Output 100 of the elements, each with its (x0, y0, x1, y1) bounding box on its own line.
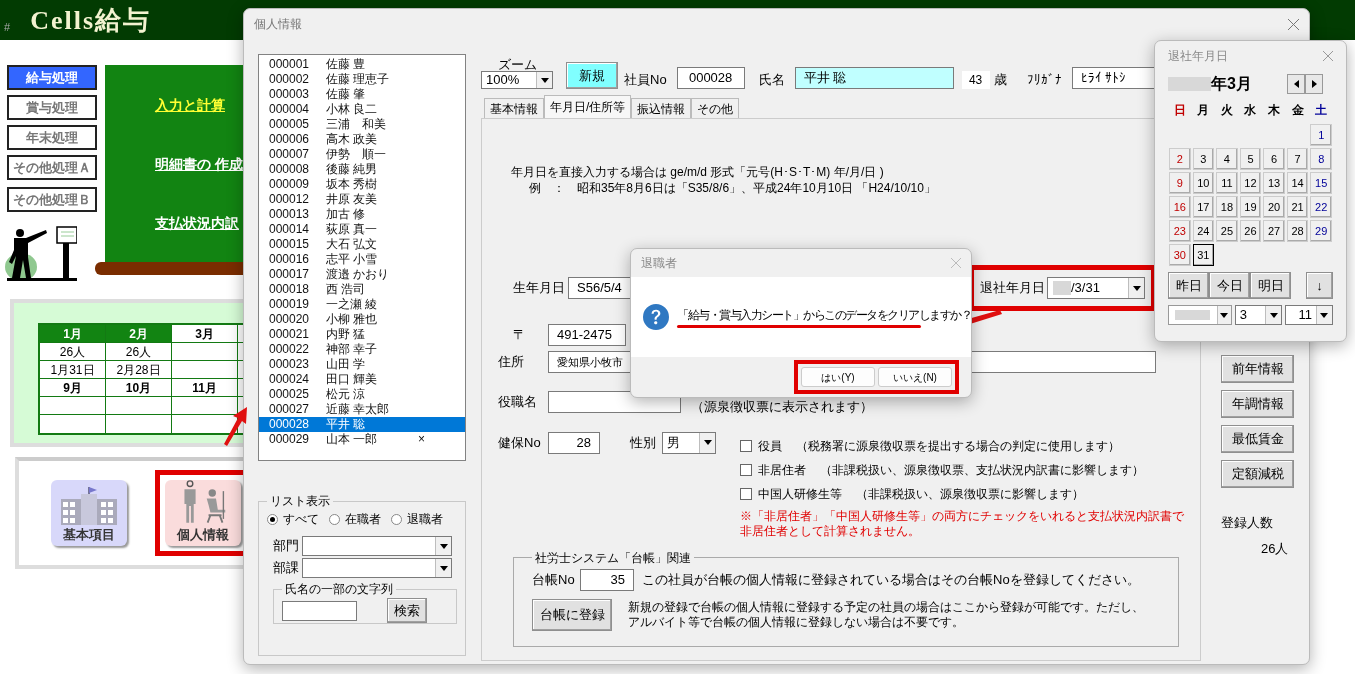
dropdown-button[interactable] (1316, 306, 1332, 324)
employee-row[interactable]: 000015 大石 弘文 (259, 237, 465, 252)
day-button[interactable]: 24 (1192, 220, 1215, 242)
day-button[interactable]: 14 (1286, 172, 1309, 194)
day-button[interactable]: 10 (1192, 172, 1215, 194)
tab[interactable]: 年月日/住所等 (544, 95, 632, 118)
employee-row[interactable]: 000024 田口 輝美 (259, 372, 465, 387)
menu-link[interactable]: 明細書の 作成 (155, 154, 245, 175)
checkbox[interactable] (740, 487, 752, 500)
employee-row[interactable]: 000019 一之瀬 綾 (259, 297, 465, 312)
checkbox-option[interactable]: 中国人研修生等 （非課税扱い、源泉徴収票に影響します） (740, 481, 1190, 506)
day-button[interactable]: 2 (1169, 148, 1191, 170)
day-button[interactable]: 11 (1216, 172, 1238, 194)
day-button[interactable]: 31 (1192, 244, 1215, 266)
ledger-register-button[interactable]: 台帳に登録 (532, 598, 612, 631)
radio-option[interactable]: 退職者 (391, 510, 443, 528)
department-select[interactable] (302, 536, 452, 556)
employee-row[interactable]: 000009 坂本 秀樹 (259, 177, 465, 192)
day-button[interactable]: 27 (1263, 220, 1285, 242)
side-button[interactable]: 年調情報 (1221, 390, 1294, 418)
employee-row[interactable]: 000022 神部 幸子 (259, 342, 465, 357)
employee-row[interactable]: 000018 西 浩司 (259, 282, 465, 297)
employee-row[interactable]: 000008 後藤 純男 (259, 162, 465, 177)
radio-option[interactable]: すべて (267, 510, 319, 528)
dropdown-button[interactable] (1216, 306, 1231, 324)
employee-row[interactable]: 000029 山本 一郎 × (259, 432, 465, 447)
close-icon[interactable] (1288, 18, 1299, 30)
next-month-button[interactable] (1305, 74, 1323, 94)
employee-row[interactable]: 000006 高木 政美 (259, 132, 465, 147)
employee-row[interactable]: 000027 近藤 幸太郎 (259, 402, 465, 417)
day-button[interactable]: 30 (1169, 244, 1191, 266)
radio-button[interactable] (391, 513, 402, 525)
menu-link[interactable]: 入力と計算 (155, 95, 245, 116)
retire-date-select[interactable]: /3/31 (1047, 277, 1145, 299)
gender-select[interactable]: 男 (662, 431, 716, 454)
day-button[interactable]: 1 (1310, 124, 1332, 146)
day-button[interactable]: 4 (1216, 148, 1238, 170)
dropdown-button[interactable] (435, 559, 451, 577)
name-search-field[interactable] (282, 600, 357, 621)
day-button[interactable]: 22 (1310, 196, 1332, 218)
tab[interactable]: その他 (691, 98, 740, 118)
day-button[interactable]: 6 (1263, 148, 1285, 170)
insurance-no-field[interactable]: 28 (548, 431, 600, 454)
checkbox-option[interactable]: 役員 （税務署に源泉徴収票を提出する場合の判定に使用します） (740, 433, 1190, 458)
day-button[interactable]: 16 (1169, 196, 1191, 218)
checkbox[interactable] (740, 439, 752, 452)
day-button[interactable]: 9 (1169, 172, 1191, 194)
radio-button[interactable] (329, 513, 340, 525)
employee-row[interactable]: 000013 加古 修 (259, 207, 465, 222)
employee-row[interactable]: 000007 伊勢 順一 (259, 147, 465, 162)
section-select[interactable] (302, 558, 452, 578)
employee-no-field[interactable]: 000028 (676, 67, 745, 89)
search-button[interactable]: 検索 (387, 598, 427, 623)
day-button[interactable]: 3 (1192, 148, 1215, 170)
day-button[interactable]: 5 (1239, 148, 1262, 170)
day-button[interactable]: 17 (1192, 196, 1215, 218)
shortcut-button[interactable]: 個人情報 (165, 480, 241, 546)
dialog-button[interactable]: いいえ(N) (878, 367, 952, 387)
side-button[interactable]: 前年情報 (1221, 355, 1294, 383)
day-button[interactable]: 19 (1239, 196, 1262, 218)
new-button[interactable]: 新規 (566, 62, 618, 89)
day-button[interactable]: 12 (1239, 172, 1262, 194)
employee-row[interactable]: 000017 渡邉 かおり (259, 267, 465, 282)
menu-button[interactable]: その他処理Ａ (7, 155, 97, 180)
ledger-no-field[interactable]: 35 (580, 568, 634, 591)
previous-month-button[interactable] (1287, 74, 1305, 94)
day-button[interactable]: 25 (1216, 220, 1238, 242)
side-button[interactable]: 定額減税 (1221, 460, 1294, 488)
tab[interactable]: 振込情報 (631, 98, 692, 118)
day-button[interactable]: 20 (1263, 196, 1285, 218)
employee-row[interactable]: 000004 小林 良二 (259, 102, 465, 117)
dropdown-button[interactable] (1265, 306, 1282, 324)
employee-row[interactable]: 000028 平井 聡 (259, 417, 465, 432)
employee-row[interactable]: 000023 山田 学 (259, 357, 465, 372)
radio-option[interactable]: 在職者 (329, 510, 381, 528)
day-button[interactable]: 13 (1263, 172, 1285, 194)
month-select[interactable]: 3 (1234, 305, 1283, 325)
menu-button[interactable]: 賞与処理 (7, 95, 97, 120)
menu-button[interactable]: 年末処理 (7, 125, 97, 150)
day-button[interactable]: 7 (1286, 148, 1309, 170)
employee-row[interactable]: 000002 佐藤 理恵子 (259, 72, 465, 87)
side-button[interactable]: 最低賃金 (1221, 425, 1294, 453)
quick-date-button[interactable]: 今日 (1209, 272, 1250, 299)
zip-field[interactable]: 491-2475 (548, 324, 626, 346)
menu-link[interactable]: 支払状況内訳 (155, 213, 245, 234)
employee-row[interactable]: 000001 佐藤 豊 (259, 57, 465, 72)
employee-row[interactable]: 000025 松元 涼 (259, 387, 465, 402)
employee-row[interactable]: 000014 荻原 真一 (259, 222, 465, 237)
employee-row[interactable]: 000005 三浦 和美 (259, 117, 465, 132)
checkbox-option[interactable]: 非居住者 （非課税扱い、源泉徴収票、支払状況内訳書に影響します） (740, 457, 1190, 482)
employee-row[interactable]: 000020 小柳 雅也 (259, 312, 465, 327)
down-arrow-button[interactable]: ↓ (1306, 272, 1333, 299)
day-button[interactable]: 21 (1286, 196, 1309, 218)
day-button[interactable]: 18 (1216, 196, 1238, 218)
dialog-button[interactable]: はい(Y) (801, 367, 875, 387)
quick-date-button[interactable]: 明日 (1250, 272, 1291, 299)
day-button[interactable]: 15 (1310, 172, 1332, 194)
tab[interactable]: 基本情報 (484, 98, 544, 118)
dropdown-button[interactable] (536, 72, 552, 88)
day-select[interactable]: 11 (1285, 305, 1333, 325)
